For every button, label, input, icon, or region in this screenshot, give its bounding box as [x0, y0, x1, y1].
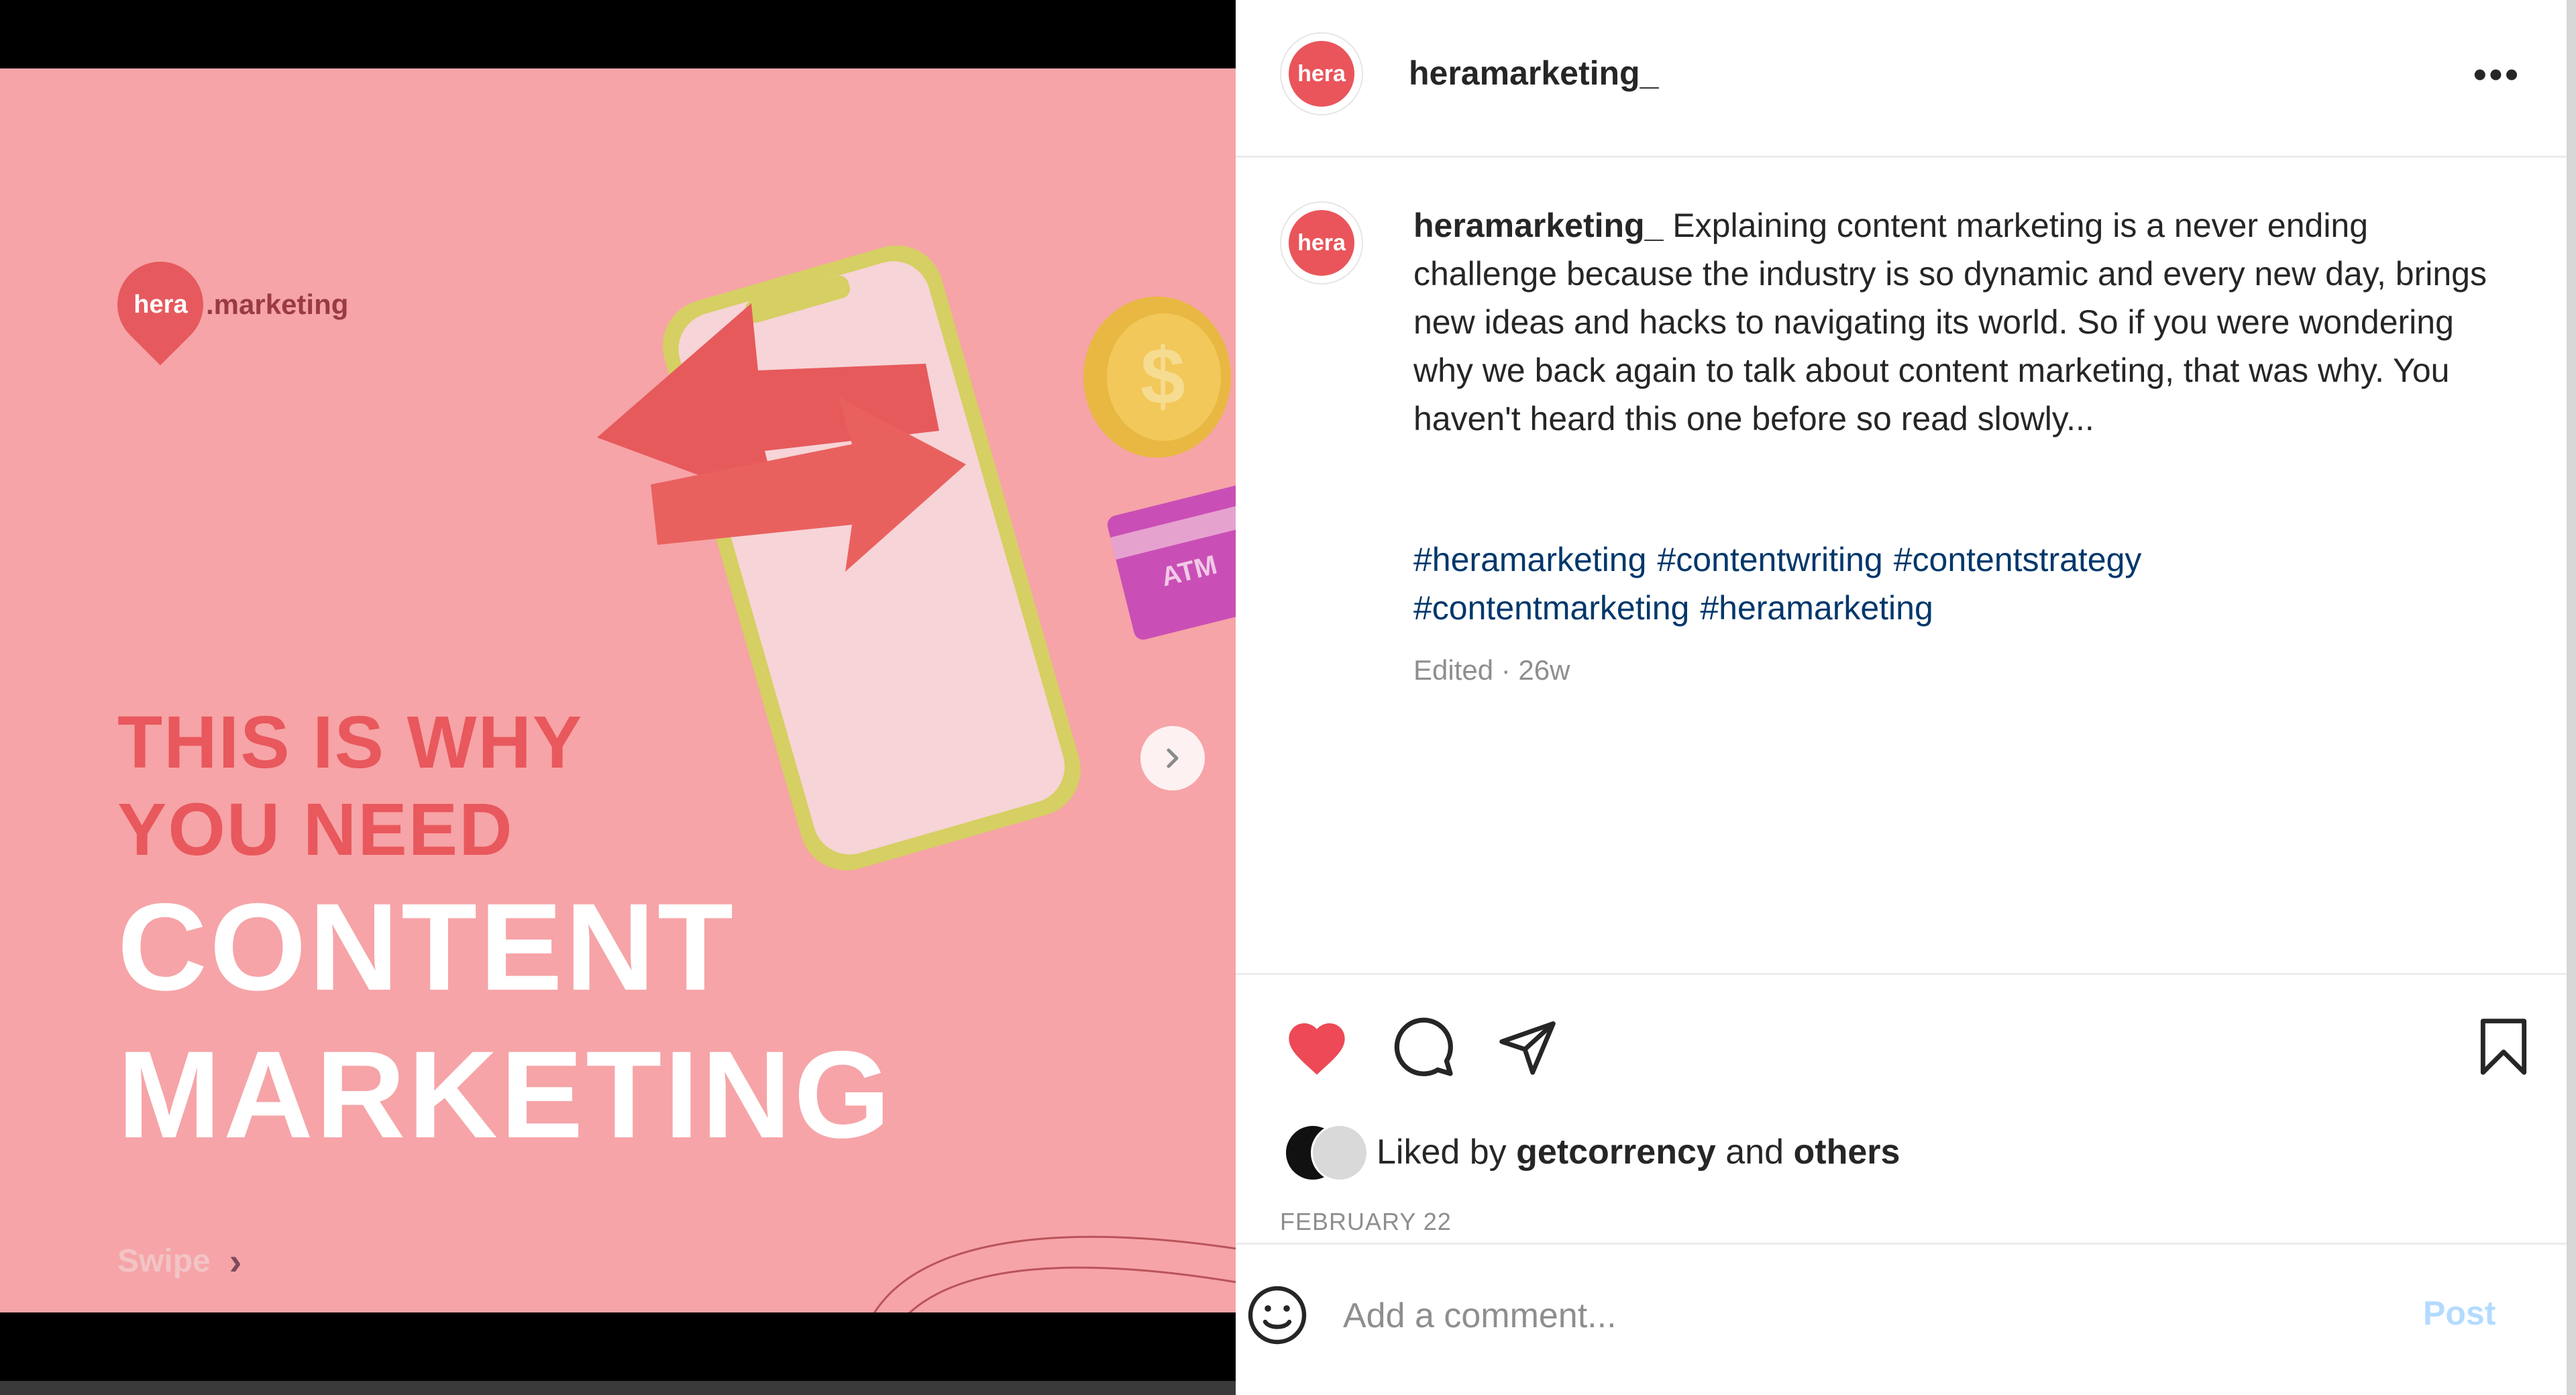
chevron-right-icon [1167, 748, 1179, 768]
hashtag-link[interactable]: #heramarketing [1413, 541, 1646, 578]
headline-main: CONTENT MARKETING [117, 878, 894, 1164]
background-feed-peek [0, 1381, 1236, 1395]
more-options-button[interactable]: ••• [2473, 52, 2521, 96]
author-avatar[interactable]: hera [1280, 32, 1363, 115]
hashtag-link[interactable]: #contentmarketing [1413, 589, 1689, 627]
hashtag-link[interactable]: #heramarketing [1700, 589, 1933, 627]
post-comment-button[interactable]: Post [2423, 1294, 2496, 1333]
liker-avatars[interactable] [1284, 1124, 1368, 1182]
post-caption: heramarketing_ Explaining content market… [1413, 201, 2493, 443]
post-date[interactable]: FEBRUARY 22 [1280, 1208, 1452, 1236]
carousel-slide: hera .marketing $ ATM THIS IS WHY YOU NE… [0, 68, 1236, 1312]
brand-drop-icon: hera [99, 244, 221, 366]
liked-by-user-link[interactable]: getcorrency [1516, 1133, 1716, 1172]
comment-bubble-icon [1394, 1017, 1453, 1076]
liker-avatar [1311, 1124, 1368, 1182]
like-button[interactable] [1280, 1010, 1354, 1084]
caption-avatar[interactable]: hera [1280, 201, 1363, 285]
paper-plane-icon [1499, 1021, 1556, 1075]
swipe-hint: Swipe › [117, 1240, 242, 1282]
smiley-face-icon [1248, 1286, 1307, 1345]
comment-input[interactable] [1342, 1292, 2351, 1340]
author-username[interactable]: heramarketing_ [1409, 54, 1658, 93]
share-button[interactable] [1491, 1010, 1564, 1084]
post-header: hera heramarketing_ ••• [1236, 0, 2576, 158]
decorative-curve [873, 1235, 1236, 1312]
headline-top: THIS IS WHY YOU NEED [117, 701, 584, 871]
caption-username[interactable]: heramarketing_ [1413, 207, 1663, 244]
post-details-panel: hera heramarketing_ ••• hera heramarketi… [1236, 0, 2576, 1395]
liked-by-text: Liked by getcorrency and others [1377, 1133, 1900, 1172]
divider [1236, 1243, 2576, 1245]
liked-by-others-link[interactable]: others [1794, 1133, 1900, 1172]
save-button[interactable] [2467, 1010, 2540, 1084]
hashtag-link[interactable]: #contentstrategy [1894, 541, 2142, 578]
brand-suffix: .marketing [206, 289, 349, 320]
scrollbar-edge [2567, 0, 2576, 1395]
post-media: hera .marketing $ ATM THIS IS WHY YOU NE… [0, 0, 1236, 1395]
chevron-right-icon: › [229, 1240, 242, 1282]
hashtag-link[interactable]: #contentwriting [1657, 541, 1882, 578]
emoji-button[interactable] [1237, 1275, 1318, 1355]
coin-symbol: $ [1140, 331, 1185, 421]
phone-payment-illustration: $ ATM [597, 245, 1236, 871]
hashtag-list: #heramarketing #contentwriting #contentstr… [1413, 535, 2420, 632]
likes-summary: Liked by getcorrency and others [1284, 1124, 1900, 1182]
heart-filled-icon [1289, 1023, 1345, 1075]
carousel-next-button[interactable] [1140, 726, 1205, 790]
brand-logo: hera .marketing [99, 244, 349, 366]
edited-timestamp[interactable]: Edited · 26w [1413, 654, 1570, 686]
divider [1236, 973, 2576, 975]
bookmark-icon [2480, 1019, 2527, 1075]
comment-button[interactable] [1387, 1010, 1460, 1084]
